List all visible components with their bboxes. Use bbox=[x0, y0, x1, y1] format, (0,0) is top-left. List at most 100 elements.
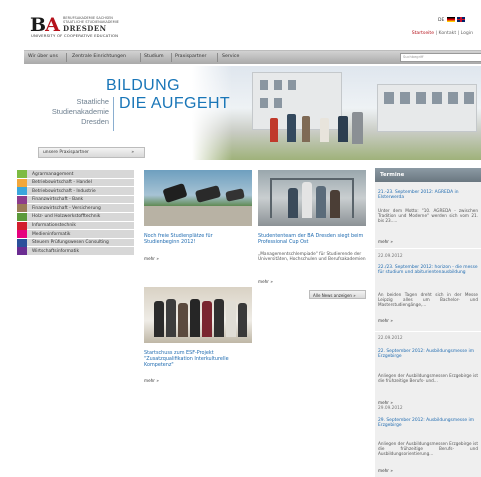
window bbox=[288, 80, 296, 90]
sidebar-item-label: Finanzwirtschaft - Versicherung bbox=[32, 205, 101, 211]
sidebar-item-medieninformatik[interactable]: Medieninformatik bbox=[17, 230, 134, 239]
news-title[interactable]: Noch freie Studienplätze für Studienbegi… bbox=[144, 233, 244, 245]
hero-institution-line: Dresden bbox=[81, 117, 109, 126]
hero-institution-line: Staatliche bbox=[76, 97, 109, 106]
sidebar-item-label: Holz- und Holzwerkstofftechnik bbox=[32, 214, 101, 220]
nav-item-studium[interactable]: Studium bbox=[144, 54, 164, 59]
window bbox=[260, 80, 268, 90]
nav-divider bbox=[66, 53, 67, 62]
event-teaser: An beiden Tagen dreht sich in der Messe … bbox=[378, 292, 478, 308]
sidebar-item-fw-bank[interactable]: Finanzwirtschaft - Bank bbox=[17, 195, 134, 205]
event-date: 29.09.2012 bbox=[378, 406, 403, 411]
news-image-professional-cup[interactable] bbox=[258, 170, 366, 226]
campus-photo bbox=[192, 66, 481, 160]
sidebar-item-fw-versicherung[interactable]: Finanzwirtschaft - Versicherung bbox=[17, 204, 134, 213]
student-figure bbox=[270, 118, 278, 142]
study-programs-menu: Agrarmanagement Betriebswirtschaft - Han… bbox=[17, 170, 134, 256]
event-more-link[interactable]: mehr » bbox=[378, 400, 393, 405]
british-flag-icon[interactable] bbox=[457, 17, 466, 22]
event-title[interactable]: 22./23. September 2012: horizon - die me… bbox=[378, 265, 478, 276]
team-member-figure bbox=[288, 188, 298, 218]
student-figure bbox=[302, 116, 310, 142]
events-heading: Termine bbox=[375, 168, 481, 182]
nav-item-zentrale-einrichtungen[interactable]: Zentrale Einrichtungen bbox=[72, 54, 126, 59]
window bbox=[448, 92, 458, 104]
logo-university: UNIVERSITY OF COOPERATIVE EDUCATION bbox=[31, 33, 119, 38]
sidebar-item-label: Medieninformatik bbox=[32, 231, 71, 237]
event-more-link[interactable]: mehr » bbox=[378, 468, 393, 473]
hero-fade bbox=[192, 66, 232, 160]
color-chip bbox=[17, 221, 27, 230]
link-login[interactable]: Login bbox=[461, 31, 473, 36]
sidebar-item-bw-industrie[interactable]: Betriebswirtschaft - Industrie bbox=[17, 187, 134, 196]
sidebar-item-label: Betriebswirtschaft - Industrie bbox=[32, 188, 96, 194]
main-nav: Wir über uns Zentrale Einrichtungen Stud… bbox=[24, 50, 481, 64]
color-chip bbox=[17, 247, 27, 256]
event-title[interactable]: 22. September 2012: Ausbildungsmesse im … bbox=[378, 349, 478, 360]
student-figure bbox=[287, 114, 296, 142]
language-switcher: DE bbox=[438, 17, 466, 23]
nav-item-service[interactable]: Service bbox=[222, 54, 239, 59]
event-date: 22.09.2012 bbox=[378, 336, 403, 341]
link-startseite[interactable]: Startseite bbox=[412, 31, 434, 36]
event-divider bbox=[375, 331, 481, 332]
group-member-figure bbox=[226, 301, 236, 337]
event-more-link[interactable]: mehr » bbox=[378, 318, 393, 323]
team-member-figure bbox=[330, 190, 340, 218]
lang-label: DE bbox=[438, 18, 445, 23]
group-member-figure bbox=[166, 299, 176, 337]
sidebar-item-label: Informationstechnik bbox=[32, 223, 76, 229]
team-member-figure bbox=[302, 182, 312, 218]
top-links: Startseite | Kontakt | Login bbox=[412, 31, 473, 36]
window bbox=[400, 92, 410, 104]
event-teaser: Anliegen der Ausbildungsmessen Erzgebirg… bbox=[378, 441, 478, 457]
sidebar-item-label: Agrarmanagement bbox=[32, 171, 74, 177]
color-chip bbox=[17, 187, 27, 196]
nav-item-praxispartner[interactable]: Praxispartner bbox=[175, 54, 206, 59]
praxispartner-button[interactable]: unsere Praxispartner » bbox=[38, 147, 145, 158]
sidebar-item-wirtschaftsinformatik[interactable]: Wirtschaftsinformatik bbox=[17, 247, 134, 256]
news-more-link[interactable]: mehr » bbox=[144, 256, 159, 261]
link-kontakt[interactable]: Kontakt bbox=[439, 31, 457, 36]
group-member-figure bbox=[238, 303, 247, 337]
window bbox=[384, 92, 394, 104]
window bbox=[416, 92, 426, 104]
event-date: 22.09.2012 bbox=[378, 254, 403, 259]
search-input[interactable]: Suchbegriff bbox=[400, 53, 481, 62]
sidebar-item-agrarmanagement[interactable]: Agrarmanagement bbox=[17, 170, 134, 179]
sidebar-item-label: Wirtschaftsinformatik bbox=[32, 248, 80, 254]
group-member-figure bbox=[154, 301, 164, 337]
sidebar-item-steuern[interactable]: Steuern Prüfungswesen Consulting bbox=[17, 238, 134, 248]
sidebar-item-label: Steuern Prüfungswesen Consulting bbox=[32, 240, 109, 246]
window bbox=[432, 92, 442, 104]
news-image-esf-projekt[interactable] bbox=[144, 287, 252, 343]
news-more-link[interactable]: mehr » bbox=[258, 279, 273, 284]
event-more-link[interactable]: mehr » bbox=[378, 239, 393, 244]
event-title[interactable]: 21.-23. September 2012: AGREDA in Elster… bbox=[378, 190, 478, 201]
sidebar-item-holztechnik[interactable]: Holz- und Holzwerkstofftechnik bbox=[17, 212, 134, 222]
news-title[interactable]: Studententeam der BA Dresden siegt beim … bbox=[258, 233, 364, 245]
color-chip bbox=[17, 195, 27, 204]
page: BA BERUFSAKADEMIE SACHSEN STAATLICHE STU… bbox=[0, 0, 481, 477]
event-title[interactable]: 29. September 2012: Ausbildungsmesse im … bbox=[378, 418, 478, 429]
news-more-link[interactable]: mehr » bbox=[144, 378, 159, 383]
news-image-studienplaetze[interactable] bbox=[144, 170, 252, 226]
news-title[interactable]: Startschuss zum ESF-Projekt "Zusatzquali… bbox=[144, 350, 248, 368]
color-chip bbox=[17, 230, 27, 239]
hero-institution-line: Studienakademie bbox=[51, 107, 109, 116]
group-member-figure bbox=[214, 299, 224, 337]
sidebar-item-label: Betriebswirtschaft - Handel bbox=[32, 180, 92, 186]
team-member-figure bbox=[316, 186, 326, 218]
sidebar-item-bw-handel[interactable]: Betriebswirtschaft - Handel bbox=[17, 178, 134, 188]
nav-divider bbox=[140, 53, 141, 62]
logo-city: DRESDEN bbox=[63, 24, 107, 33]
german-flag-icon[interactable] bbox=[446, 17, 455, 22]
nav-item-wir-ueber-uns[interactable]: Wir über uns bbox=[28, 54, 58, 59]
window bbox=[464, 92, 474, 104]
group-member-figure bbox=[202, 301, 212, 337]
color-chip bbox=[17, 212, 27, 221]
sidebar-item-informationstechnik[interactable]: Informationstechnik bbox=[17, 221, 134, 231]
all-news-button[interactable]: Alle News anzeigen » bbox=[309, 290, 366, 299]
arrow-right-icon: » bbox=[131, 150, 134, 155]
news-teaser: „Managementschlempiade" für Studierende … bbox=[258, 252, 366, 263]
